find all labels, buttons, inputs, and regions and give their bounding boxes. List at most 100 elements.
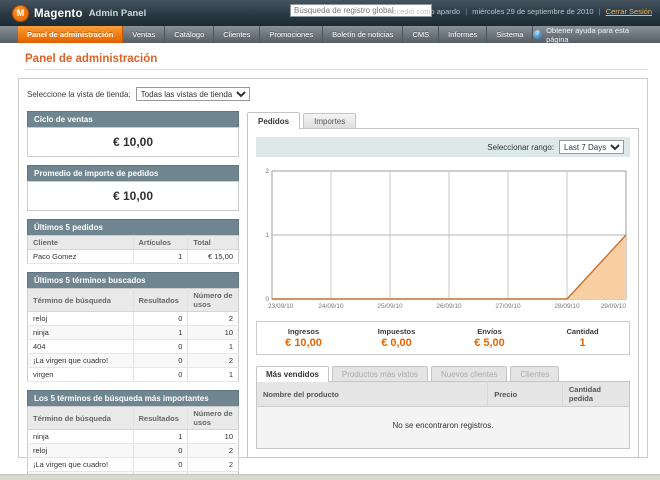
column-header: Nombre del producto [256,381,488,407]
last-orders-card: Últimos 5 pedidos Cliente Artículos Total P… [27,219,239,264]
table-cell: 10 [187,429,239,444]
card-value: € 10,00 [27,127,239,157]
card-title: Últimos 5 términos buscados [27,272,239,288]
table-row[interactable]: virgen 0 1 [27,367,239,382]
column-header: Número de usos [187,406,239,430]
nav-item[interactable]: Ventas [123,26,166,43]
top-search-terms-card: Los 5 términos de búsqueda más important… [27,390,239,474]
total-label: Impuestos [377,327,416,336]
svg-text:25/09/10: 25/09/10 [377,303,403,310]
table-row[interactable]: ninja 1 10 [27,429,239,444]
table-cell: 1 [187,471,239,474]
table-cell: 0 [132,443,188,458]
column-header: Término de búsqueda [27,406,133,430]
table-row[interactable]: 40401 [27,339,239,354]
table-row[interactable]: ninja 1 10 [27,325,239,340]
store-view-select[interactable]: Todas las vistas de tienda [135,87,250,101]
help-link[interactable]: ? Obtener ayuda para esta página [533,26,660,44]
nav-item[interactable]: Catálogo [165,26,215,43]
empty-message: No se encontraron registros. [256,406,630,449]
column-header: Término de búsqueda [27,288,133,312]
dashboard-left-column: Ciclo de ventas € 10,00 Promedio de impo… [27,111,239,474]
current-date: miércoles 29 de septiembre de 2010 [472,7,594,16]
tab-importes[interactable]: Importes [303,113,357,129]
table-row[interactable]: 40401 [27,471,239,474]
app-header: M Magento Admin Panel Accedió como apard… [0,0,660,26]
table-row[interactable]: ¡La virgen que cuadro! 0 2 [27,457,239,472]
orders-panel: Seleccionar rango: Last 7 Days 0 1 2 23/09/… [247,128,639,458]
nav-item[interactable]: Boletín de noticias [323,26,404,43]
table-cell: 404 [27,339,133,354]
svg-text:27/09/10: 27/09/10 [495,303,521,310]
card-title: Últimos 5 pedidos [27,219,239,235]
data-table: Cliente Artículos Total Paco Gomez 1 € 15,00 [27,235,239,264]
help-icon: ? [533,30,543,39]
data-table: Término de búsqueda Resultados Número de u… [27,406,239,474]
column-header: Resultados [132,288,188,312]
separator: | [598,7,601,16]
title-divider [25,69,648,70]
table-header-row: Cliente Artículos Total [27,235,239,250]
table-header-row: Término de búsqueda Resultados Número de u… [27,406,239,430]
svg-text:24/09/10: 24/09/10 [318,303,344,310]
total-value: € 0,00 [381,337,412,349]
subtab-productos-m-s-vistos: Productos más vistos [331,366,428,382]
total-cell: Cantidad 1 [536,327,629,349]
logout-link[interactable]: Cerrar Sesión [606,7,652,16]
logo-suffix: Admin Panel [88,8,147,19]
table-cell: 2 [187,311,239,326]
magento-logo: M Magento Admin Panel [12,5,146,22]
table-cell: Paco Gomez [27,249,133,264]
total-cell: Ingresos € 10,00 [257,327,350,349]
logged-in-as: Accedió como apardo [387,7,461,16]
nav-item[interactable]: Panel de administración [18,26,124,43]
nav-item[interactable]: CMS [403,26,440,43]
svg-text:28/09/10: 28/09/10 [554,303,580,310]
total-label: Cantidad [566,327,599,336]
bottom-tabs: Más vendidos Productos más vistos Nuevos c… [256,365,630,382]
column-header: Artículos [132,235,188,250]
table-row[interactable]: ¡La virgen que cuadro! 0 2 [27,353,239,368]
table-row[interactable]: reloj 0 2 [27,443,239,458]
nav-item[interactable]: Promociones [260,26,324,43]
nav-item[interactable]: Clientes [214,26,261,43]
svg-text:1: 1 [265,232,269,239]
data-table: Término de búsqueda Resultados Número de u… [27,288,239,382]
products-table: Nombre del producto Precio Cantidad pedi… [256,381,630,449]
total-label: Envíos [477,327,502,336]
empty-row: No se encontraron registros. [256,406,630,449]
magento-logo-icon: M [12,5,29,22]
table-cell: 2 [187,457,239,472]
table-cell: 0 [132,471,188,474]
logo-text: Magento [34,7,83,20]
dashboard-container: Seleccione la vista de tienda: Todas las… [18,78,648,474]
column-header: Precio [487,381,563,407]
table-row[interactable]: reloj 0 2 [27,311,239,326]
table-cell: 10 [187,325,239,340]
nav-item[interactable]: Informes [439,26,488,43]
table-cell: 0 [132,457,188,472]
table-cell: 1 [187,339,239,354]
nav-item[interactable]: Sistema [487,26,534,43]
subtab-clientes: Clientes [510,366,560,382]
total-value: € 10,00 [285,337,322,349]
table-cell: ninja [27,429,133,444]
products-table-header-row: Nombre del producto Precio Cantidad pedi… [256,381,630,407]
range-select[interactable]: Last 7 Days [559,140,624,154]
tab-pedidos[interactable]: Pedidos [247,112,301,129]
range-label: Seleccionar rango: [487,142,554,152]
top-search-table-slot: Término de búsqueda Resultados Número de u… [27,406,239,474]
column-header: Total [187,235,239,250]
svg-text:23/09/10: 23/09/10 [268,303,294,310]
total-cell: Envíos € 5,00 [443,327,536,349]
header-user-info: Accedió como apardo | miércoles 29 de se… [388,7,652,16]
table-cell: reloj [27,443,133,458]
table-cell: 0 [132,311,188,326]
card-value: € 10,00 [27,181,239,211]
store-view-switcher: Seleccione la vista de tienda: Todas las… [27,87,639,101]
last-search-terms-card: Últimos 5 términos buscados Término de b… [27,272,239,382]
subtab-m-s-vendidos[interactable]: Más vendidos [256,366,329,382]
bottom-edge-strip [0,474,660,480]
table-row[interactable]: Paco Gomez 1 € 15,00 [27,249,239,264]
total-value: 1 [579,337,586,349]
